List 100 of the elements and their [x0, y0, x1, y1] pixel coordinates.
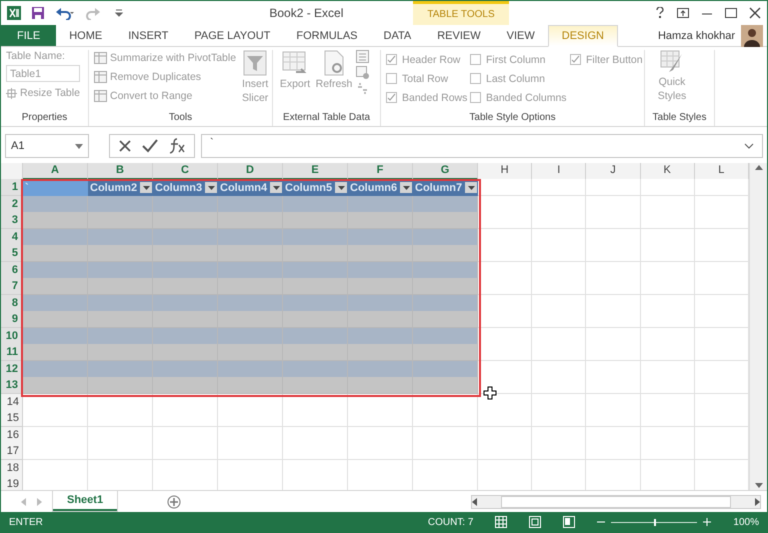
column-header[interactable]: K — [640, 163, 695, 180]
filter-button[interactable] — [465, 182, 477, 193]
check-icon[interactable] — [142, 139, 158, 153]
checkbox[interactable] — [386, 73, 397, 84]
row-header[interactable]: 18 — [1, 460, 23, 476]
checkbox[interactable] — [570, 54, 581, 65]
tool-button[interactable]: Summarize with PivotTable — [94, 50, 236, 66]
row-header[interactable]: 7 — [1, 278, 23, 295]
grid-cell — [586, 443, 641, 460]
save-icon[interactable] — [31, 6, 45, 20]
filter-button[interactable] — [140, 182, 152, 193]
table-cell — [23, 278, 88, 295]
caret-icon — [75, 144, 83, 148]
option-checkbox[interactable]: Header Row — [386, 50, 470, 69]
tool-button[interactable]: Remove Duplicates — [94, 69, 236, 85]
add-sheet-icon[interactable] — [167, 494, 182, 508]
column-header[interactable]: D — [218, 163, 283, 180]
column-header[interactable]: L — [694, 163, 749, 180]
table-name-field[interactable]: Table1 — [6, 65, 80, 82]
grid-cell — [478, 179, 532, 196]
column-header[interactable]: H — [478, 163, 532, 180]
option-checkbox[interactable]: Banded Columns — [470, 88, 570, 107]
column-header[interactable]: J — [586, 163, 641, 180]
column-header[interactable]: A — [23, 163, 88, 180]
help-icon[interactable] — [655, 7, 665, 19]
table-cell — [283, 196, 348, 212]
column-header[interactable]: B — [88, 163, 153, 180]
option-checkbox[interactable]: Filter Button — [570, 50, 650, 69]
column-header[interactable]: C — [153, 163, 218, 180]
scrollbar-thumb[interactable] — [501, 496, 731, 508]
option-checkbox[interactable]: Last Column — [470, 69, 570, 88]
scroll-up-icon[interactable] — [754, 165, 762, 170]
maximize-icon[interactable] — [725, 8, 737, 18]
scroll-right-icon[interactable] — [755, 498, 760, 506]
table-cell — [23, 328, 88, 344]
filter-button[interactable] — [400, 182, 412, 193]
formula-field[interactable]: ` — [201, 134, 763, 158]
option-checkbox[interactable]: First Column — [470, 50, 570, 69]
row-header[interactable]: 17 — [1, 443, 23, 460]
row-header[interactable]: 19 — [1, 476, 23, 490]
grid-cell — [640, 460, 695, 476]
column-header[interactable]: E — [283, 163, 348, 180]
checkbox[interactable] — [386, 54, 397, 65]
checkbox[interactable] — [470, 73, 481, 84]
row-header[interactable]: 15 — [1, 410, 23, 427]
row-header[interactable]: 1 — [1, 179, 23, 196]
table-cell — [218, 311, 283, 328]
option-checkbox[interactable]: Total Row — [386, 69, 470, 88]
refresh-button[interactable]: Refresh — [316, 50, 352, 110]
column-header[interactable]: F — [348, 163, 413, 180]
row-header[interactable]: 13 — [1, 377, 23, 394]
function-icon[interactable] — [168, 138, 186, 154]
grid-cell — [694, 443, 749, 460]
ribbon-display-icon[interactable] — [677, 8, 689, 18]
filter-button[interactable] — [270, 182, 282, 193]
normal-view-icon[interactable] — [495, 516, 508, 528]
row-header[interactable]: 5 — [1, 245, 23, 262]
name-box[interactable]: A1 — [5, 134, 89, 158]
cancel-icon[interactable] — [118, 139, 132, 153]
customize-caret-icon[interactable] — [115, 8, 123, 18]
grid-cell — [88, 443, 153, 460]
tool-button[interactable]: Convert to Range — [94, 88, 236, 104]
row-header[interactable]: 3 — [1, 212, 23, 229]
checkbox[interactable] — [386, 92, 397, 103]
scroll-down-icon[interactable] — [754, 483, 762, 488]
row-header[interactable]: 16 — [1, 426, 23, 444]
close-icon[interactable] — [749, 7, 761, 19]
user-name[interactable]: Hamza khokhar — [658, 30, 735, 42]
checkbox[interactable] — [470, 92, 481, 103]
page-layout-icon[interactable] — [529, 516, 542, 528]
insert-slicer-button[interactable]: Insert Slicer — [240, 50, 270, 110]
ribbon-tab[interactable]: FILE — [1, 25, 56, 46]
checkbox[interactable] — [470, 54, 481, 65]
ribbon-tab[interactable]: DESIGN — [548, 25, 618, 47]
export-button[interactable]: Export — [278, 50, 312, 110]
filter-button[interactable] — [335, 182, 347, 193]
table-icon — [94, 71, 107, 83]
table-cell — [218, 344, 283, 361]
page-break-icon[interactable] — [563, 516, 576, 528]
row-header[interactable]: 14 — [1, 394, 23, 410]
grid-cell — [640, 394, 695, 410]
filter-button[interactable] — [205, 182, 217, 193]
table-cell — [283, 228, 348, 246]
vertical-scrollbar[interactable] — [749, 163, 767, 490]
row-header[interactable]: 11 — [1, 344, 23, 361]
zoom-slider-thumb[interactable] — [654, 518, 656, 526]
undo-icon[interactable] — [55, 6, 75, 20]
column-header[interactable]: G — [413, 163, 478, 180]
table-cell — [283, 360, 348, 378]
grid-cell — [640, 196, 695, 212]
row-header[interactable]: 9 — [1, 311, 23, 328]
zoom-in-icon[interactable] — [703, 518, 712, 526]
column-header[interactable]: I — [532, 163, 586, 180]
sheet-tab[interactable]: Sheet1 — [53, 490, 118, 510]
option-checkbox[interactable]: Banded Rows — [386, 88, 470, 107]
quick-styles-button[interactable]: Quick Styles — [650, 50, 694, 110]
horizontal-scrollbar[interactable] — [471, 494, 761, 508]
resize-table-button[interactable]: Resize Table — [6, 85, 80, 101]
scroll-left-icon[interactable] — [472, 498, 477, 506]
grid-cell — [348, 443, 413, 460]
